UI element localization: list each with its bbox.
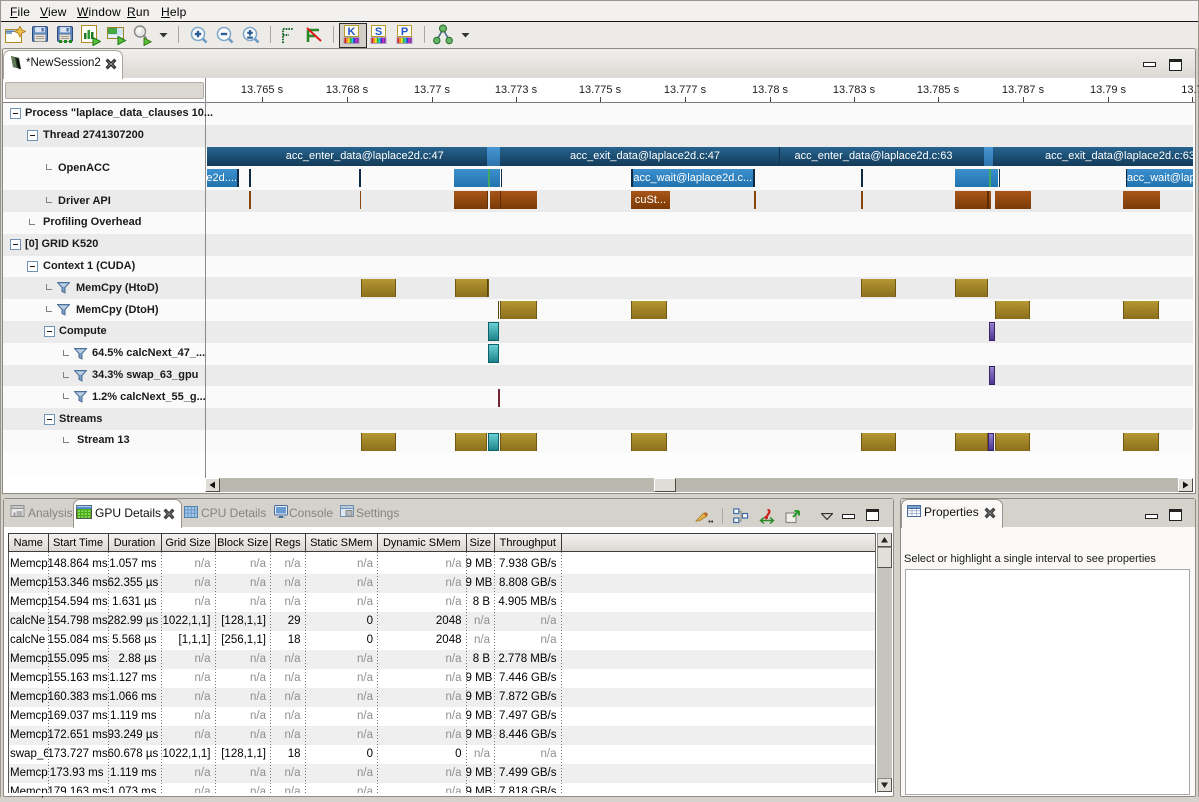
svg-text:P: P: [401, 26, 408, 38]
svg-text:S: S: [375, 26, 382, 38]
svg-text:K: K: [348, 26, 356, 38]
